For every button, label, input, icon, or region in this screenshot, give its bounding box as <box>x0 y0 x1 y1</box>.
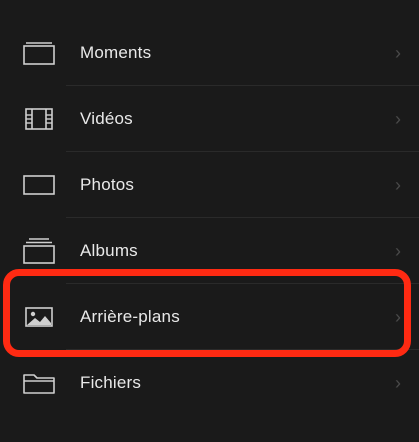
menu-item-label: Albums <box>80 241 138 260</box>
menu-item-label: Fichiers <box>80 373 142 392</box>
menu-item-files[interactable]: Fichiers › <box>0 350 419 416</box>
menu-item-label: Arrière-plans <box>80 307 180 326</box>
albums-icon <box>22 237 56 265</box>
chevron-right-icon: › <box>395 175 401 195</box>
film-icon <box>22 105 56 133</box>
chevron-right-icon: › <box>395 373 401 393</box>
menu-item-label: Vidéos <box>80 109 133 128</box>
folder-icon <box>22 369 56 397</box>
chevron-right-icon: › <box>395 43 401 63</box>
menu-item-albums[interactable]: Albums › <box>0 218 419 284</box>
chevron-right-icon: › <box>395 307 401 327</box>
menu-item-label: Photos <box>80 175 135 194</box>
photo-frame-icon <box>22 171 56 199</box>
menu-item-label: Moments <box>80 43 152 62</box>
chevron-right-icon: › <box>395 109 401 129</box>
screen: Moments › Vidéos › Photos › Albums › Arr… <box>0 0 419 442</box>
menu-item-videos[interactable]: Vidéos › <box>0 86 419 152</box>
moments-icon <box>22 39 56 67</box>
chevron-right-icon: › <box>395 241 401 261</box>
wallpaper-icon <box>22 303 56 331</box>
menu-item-photos[interactable]: Photos › <box>0 152 419 218</box>
menu-item-wallpapers[interactable]: Arrière-plans › <box>0 284 419 350</box>
menu-item-moments[interactable]: Moments › <box>0 20 419 86</box>
